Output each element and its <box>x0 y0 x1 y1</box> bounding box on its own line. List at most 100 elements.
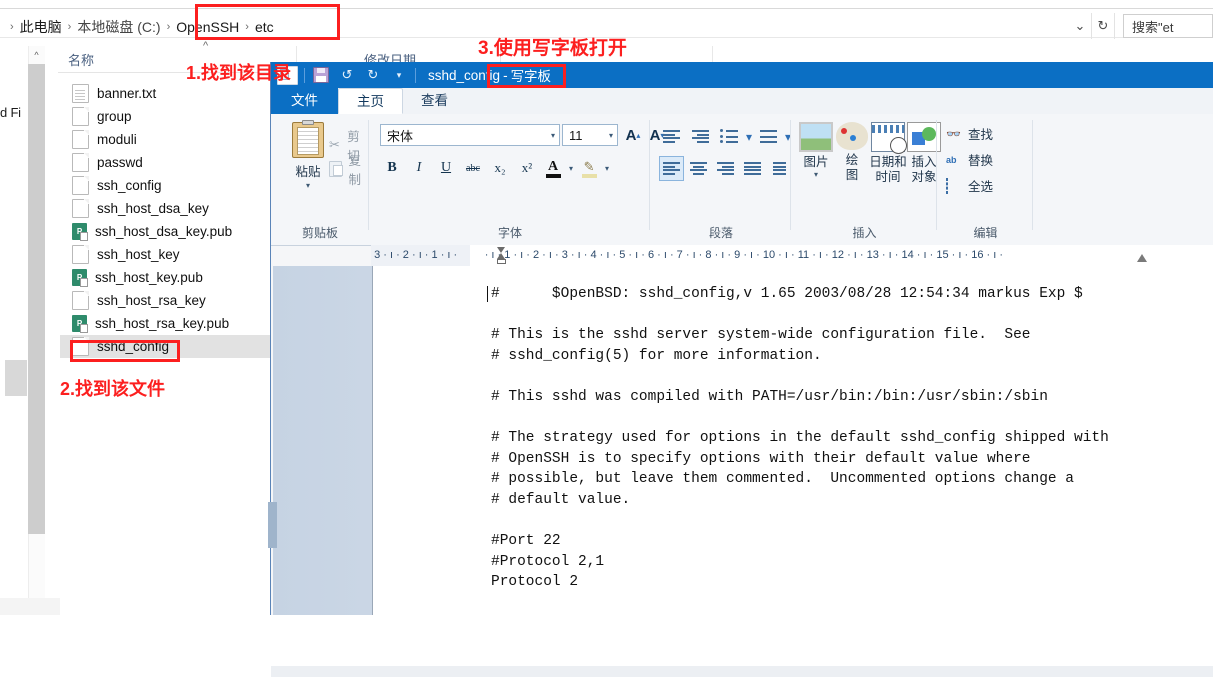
ruler-label: 13 <box>866 249 879 261</box>
align-justify-icon[interactable] <box>740 156 765 181</box>
font-family-value: 宋体 <box>387 128 414 144</box>
strikethrough-button[interactable]: abc <box>461 156 485 180</box>
toolbar-separator <box>415 67 416 83</box>
right-indent-marker[interactable] <box>1137 254 1147 262</box>
document-canvas: # $OpenBSD: sshd_config,v 1.65 2003/08/2… <box>273 266 1213 615</box>
breadcrumb-item-local-disk[interactable]: 本地磁盘 (C:) <box>77 17 160 37</box>
customize-quick-access-icon[interactable]: ▾ <box>389 65 409 85</box>
subscript-button[interactable]: x₂ <box>488 156 512 180</box>
list-item[interactable]: ssh_host_dsa_key <box>60 197 270 220</box>
select-all-icon <box>946 177 962 194</box>
tab-home[interactable]: 主页 <box>338 88 403 114</box>
document-scroll-thumb[interactable] <box>268 502 277 548</box>
ruler-label: 8 <box>705 249 712 261</box>
align-left-icon[interactable] <box>659 156 684 181</box>
blank-file-icon <box>72 130 89 149</box>
file-name: ssh_host_dsa_key.pub <box>95 224 233 239</box>
file-list: banner.txt group moduli passwd ssh_configssh… <box>60 82 270 358</box>
bullet-list-icon[interactable] <box>717 124 742 149</box>
breadcrumb-sep-icon: › <box>10 21 14 33</box>
pub-file-icon: P <box>72 269 88 287</box>
blank-file-icon <box>72 176 89 195</box>
chevron-down-icon[interactable]: ▾ <box>746 130 752 144</box>
annotation-step-1: 1.找到该目录 <box>186 63 292 83</box>
scroll-up-icon[interactable]: ^ <box>28 46 45 64</box>
find-button[interactable]: 👓 查找 <box>946 124 993 143</box>
document-vertical-scrollbar[interactable] <box>268 266 279 615</box>
list-item[interactable]: Pssh_host_rsa_key.pub <box>60 312 270 335</box>
underline-button[interactable]: U <box>434 156 458 180</box>
chevron-down-icon[interactable]: ▾ <box>569 164 573 173</box>
chevron-down-icon[interactable]: ▾ <box>551 131 555 140</box>
highlight-button[interactable]: ✎ <box>578 156 600 180</box>
breadcrumb-item-this-pc[interactable]: 此电脑 <box>20 17 62 37</box>
font-size-select[interactable]: 11 ▾ <box>562 124 618 146</box>
copy-label: 复制 <box>348 154 361 187</box>
replace-label: 替换 <box>968 154 994 168</box>
list-item[interactable]: banner.txt <box>60 82 270 105</box>
decrease-indent-icon[interactable] <box>659 124 684 149</box>
list-item[interactable]: ssh_host_key <box>60 243 270 266</box>
list-item[interactable]: group <box>60 105 270 128</box>
tab-file[interactable]: 文件 <box>271 88 338 114</box>
secondary-scroll-thumb[interactable] <box>5 360 27 396</box>
ruler[interactable]: 3 · ı · 2 · ı · 1 · ı · · ı · 1 · ı · 2 … <box>371 245 1213 267</box>
font-family-select[interactable]: 宋体 ▾ <box>380 124 560 146</box>
list-item[interactable]: ssh_host_rsa_key <box>60 289 270 312</box>
list-item[interactable]: Pssh_host_dsa_key.pub <box>60 220 270 243</box>
nav-scrollbar-thumb[interactable] <box>28 64 45 534</box>
sort-ascending-icon: ^ <box>203 40 209 52</box>
column-header-name[interactable]: 名称 <box>68 50 94 69</box>
blank-file-icon <box>72 245 89 264</box>
ruler-label: 16 <box>971 249 984 261</box>
save-icon[interactable] <box>311 65 331 85</box>
refresh-icon[interactable]: ↻ <box>1091 13 1115 39</box>
ruler-label: 15 <box>936 249 949 261</box>
document-horizontal-scrollbar[interactable] <box>271 666 1213 677</box>
align-center-icon[interactable] <box>686 156 711 181</box>
document-text[interactable]: # $OpenBSD: sshd_config,v 1.65 2003/08/2… <box>491 284 1109 593</box>
list-item[interactable]: moduli <box>60 128 270 151</box>
ribbon: 粘贴 ▾ ✂ 剪切 复制 剪贴板 宋体 ▾ 11 ▾ A ▴ A B I U a… <box>271 114 1213 246</box>
replace-button[interactable]: ab 替换 <box>946 150 993 169</box>
chevron-down-icon[interactable]: ⌄ <box>1069 13 1091 39</box>
copy-button[interactable]: 复制 <box>329 150 369 188</box>
chevron-down-icon[interactable]: ▾ <box>609 131 613 140</box>
copy-icon <box>329 161 344 177</box>
list-item[interactable]: ssh_config <box>60 174 270 197</box>
chevron-down-icon[interactable]: ▾ <box>285 181 331 190</box>
group-label-editing: 编辑 <box>973 226 998 240</box>
ruler-label: 9 <box>734 249 741 261</box>
increase-indent-icon[interactable] <box>688 124 713 149</box>
file-name: ssh_config <box>97 178 162 193</box>
select-all-button[interactable]: 全选 <box>946 176 993 195</box>
undo-icon[interactable]: ↺ <box>337 65 357 85</box>
text-color-button[interactable]: A <box>542 156 564 180</box>
superscript-button[interactable]: x² <box>515 156 539 180</box>
first-line-indent-marker[interactable] <box>497 247 506 265</box>
align-right-icon[interactable] <box>713 156 738 181</box>
paste-button[interactable]: 粘贴 ▾ <box>285 120 331 190</box>
highlight-color-swatch <box>581 173 597 178</box>
chevron-down-icon[interactable]: ▾ <box>785 130 791 144</box>
file-name: passwd <box>97 155 143 170</box>
text-caret <box>487 286 488 302</box>
list-item[interactable]: passwd <box>60 151 270 174</box>
line-spacing-icon[interactable] <box>756 124 781 149</box>
ribbon-group-insert: 图片 ▾ 绘 图 日期和 时间 插入 对象 插入 <box>792 114 941 245</box>
tab-view[interactable]: 查看 <box>403 88 466 114</box>
list-item[interactable]: Pssh_host_key.pub <box>60 266 270 289</box>
chevron-down-icon[interactable]: ▾ <box>605 164 609 173</box>
chevron-right-icon: › <box>67 21 72 33</box>
file-name: moduli <box>97 132 137 147</box>
search-input[interactable]: 搜索"et <box>1123 14 1213 38</box>
annotation-step-2: 2.找到该文件 <box>60 379 166 399</box>
document-page[interactable]: # $OpenBSD: sshd_config,v 1.65 2003/08/2… <box>372 266 1213 615</box>
italic-button[interactable]: I <box>407 156 431 180</box>
grow-font-button[interactable]: A ▴ <box>622 124 644 146</box>
paragraph-settings-icon[interactable] <box>767 156 792 181</box>
bold-button[interactable]: B <box>380 156 404 180</box>
wordpad-title-bar[interactable]: ↺ ↻ ▾ sshd_config - 写字板 <box>271 62 1213 88</box>
redo-icon[interactable]: ↻ <box>363 65 383 85</box>
ruler-label: 2 <box>402 249 409 261</box>
